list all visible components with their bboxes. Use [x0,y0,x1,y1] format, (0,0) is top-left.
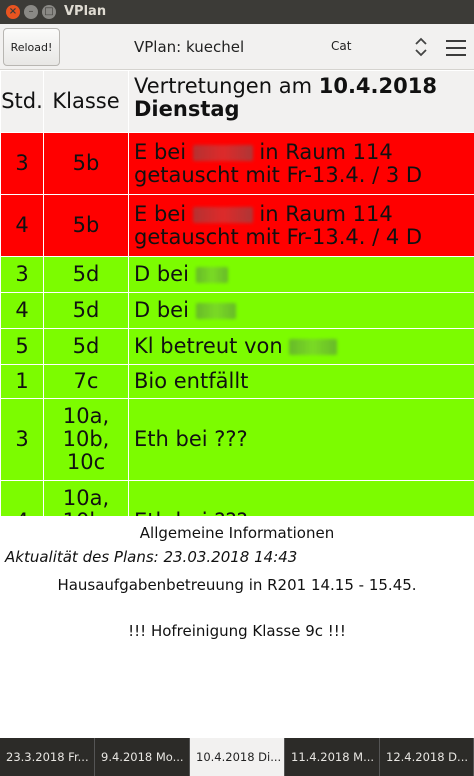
table-row: 410a, 10b, 10c Eth bei ??? [0,480,474,517]
row-hour: 4 [0,480,44,516]
header-info-prefix: Vertretungen am [134,74,319,98]
minimize-icon: – [28,6,34,17]
redacted-teacher-name [195,267,228,283]
date-tab[interactable]: 10.4.2018 Di... [190,738,285,776]
row-info-text: E bei [134,201,193,226]
row-class: 5d [43,256,129,293]
up-down-chevron-icon [415,37,427,57]
redacted-teacher-name [289,339,338,355]
table-row: 3 5b E bei in Raum 114 getauscht mit Fr-13… [0,132,474,195]
date-tab[interactable]: 12.4.2018 D... [380,738,474,776]
row-hour: 3 [0,256,44,293]
header-hour: Std. [0,70,44,133]
date-tab[interactable]: 23.3.2018 Fr... [0,738,95,776]
minimize-window-button[interactable]: – [24,5,38,19]
table-row: 3 10a, 10b, 10c Eth bei ??? [0,398,474,481]
toolbar: Reload! VPlan: kuechel Cat [0,24,474,70]
date-tab-bar: 23.3.2018 Fr... 9.4.2018 Mo... 10.4.2018 D… [0,738,474,776]
row-hour: 3 [0,398,44,481]
substitution-table: Std. Klasse Vertretungen am 10.4.2018 Di… [0,70,474,516]
row-hour: 1 [0,364,44,399]
row-info: E bei in Raum 114 getauscht mit Fr-13.4.… [128,132,474,195]
toolbar-title: VPlan: kuechel [134,38,245,56]
row-info: Eth bei ??? [128,480,474,517]
row-info-text: Eth bei ??? [134,427,248,451]
reload-button[interactable]: Reload! [3,28,60,66]
date-tab[interactable]: 9.4.2018 Mo... [95,738,190,776]
info-heading: Allgemeine Informationen [139,524,335,542]
table-row: 3 5d D bei [0,256,474,293]
redacted-teacher-name [192,144,253,161]
table-row: 4 5b E bei in Raum 114 getauscht mit Fr-13… [0,194,474,257]
redacted-teacher-name [192,206,253,223]
row-hour: 3 [0,132,44,195]
window-titlebar: × – □ VPlan [0,0,474,24]
row-hour: 4 [0,292,44,329]
row-class: 5b [43,194,129,257]
header-class: Klasse [43,70,129,133]
close-icon: × [8,6,18,17]
hamburger-menu-icon[interactable] [446,40,466,56]
row-class: 5d [43,292,129,329]
info-line-homework: Hausaufgabenbetreuung in R201 14.15 - 15… [57,576,417,594]
row-hour: 5 [0,328,44,365]
row-info: Eth bei ??? [128,398,474,481]
maximize-window-button[interactable]: □ [42,5,56,19]
table-row: 4 5d D bei [0,292,474,329]
row-class: 10a, 10b, 10c [43,398,129,481]
row-info-text: Eth bei ??? [134,509,248,517]
redacted-teacher-name [195,303,236,319]
row-class: 5b [43,132,129,195]
table-row: 1 7c Bio entfällt [0,364,474,399]
row-info-text: D bei [134,298,196,322]
info-panel: Allgemeine Informationen Aktualität des … [0,516,474,738]
maximize-icon: □ [44,6,54,17]
row-info-text: Kl betreut von [134,334,290,358]
row-info-text: Bio entfällt [134,369,249,393]
info-plan-timestamp: Aktualität des Plans: 23.03.2018 14:43 [5,548,298,566]
row-class: 5d [43,328,129,365]
class-select[interactable]: Cat [314,32,434,62]
info-line-yard-cleaning: !!! Hofreinigung Klasse 9c !!! [128,622,346,640]
row-info: E bei in Raum 114 getauscht mit Fr-13.4.… [128,194,474,257]
row-info-text: D bei [134,262,196,286]
header-info: Vertretungen am 10.4.2018 Dienstag [128,70,474,133]
table-body: 3 5b E bei in Raum 114 getauscht mit Fr-13… [0,132,474,517]
row-info: D bei [128,292,474,329]
substitution-table-container[interactable]: Std. Klasse Vertretungen am 10.4.2018 Di… [0,70,474,516]
close-window-button[interactable]: × [6,5,20,19]
row-class: 10a, 10b, 10c [43,480,129,516]
window-title: VPlan [64,4,107,19]
class-select-value: Cat [331,39,352,53]
table-row: 5 5d Kl betreut von [0,328,474,365]
row-info-text: E bei [134,139,193,164]
row-class: 7c [43,364,129,399]
row-info: Bio entfällt [128,364,474,399]
date-tab[interactable]: 11.4.2018 M... [285,738,380,776]
table-header-row: Std. Klasse Vertretungen am 10.4.2018 Di… [0,70,474,133]
row-info: Kl betreut von [128,328,474,365]
row-info: D bei [128,256,474,293]
row-hour: 4 [0,194,44,257]
